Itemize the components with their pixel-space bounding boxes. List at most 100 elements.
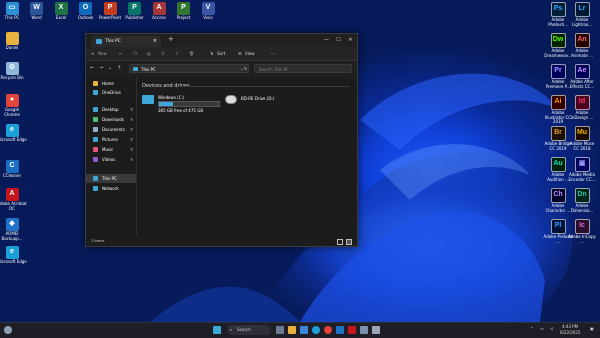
shortcut-label: Adobe Animate ...	[571, 48, 593, 58]
tray-chevron-icon[interactable]: ⌃	[530, 326, 533, 331]
maximize-button[interactable]: ☐	[333, 34, 344, 47]
more-button[interactable]: ···	[271, 47, 275, 60]
rename-icon[interactable]: Ⓐ	[161, 47, 165, 60]
nav-item-network[interactable]: Network	[86, 184, 136, 193]
item-count: 2 items	[91, 239, 105, 243]
pin-icon[interactable]: ⊼	[130, 135, 133, 144]
desktop-shortcut[interactable]: e Microsoft Edge	[0, 246, 27, 265]
drive-c-free: 365 GB free of 475 GB	[158, 108, 204, 113]
share-icon[interactable]: ⇪	[175, 47, 178, 60]
file-explorer-taskbar-icon[interactable]	[288, 326, 296, 334]
close-tab-icon[interactable]: ×	[153, 36, 157, 47]
adobe-shortcut[interactable]: Ae Adobe After Effects CC...	[567, 64, 597, 89]
pin-icon[interactable]: ⊼	[130, 115, 133, 124]
search-placeholder: Search This PC	[259, 67, 289, 72]
paste-icon[interactable]: ▤	[147, 47, 151, 60]
acrobat-taskbar-icon[interactable]	[348, 326, 356, 334]
adobe-shortcut[interactable]: Dn Adobe Dimensio...	[567, 188, 597, 213]
onedrive-icon	[93, 90, 98, 95]
nav-item-onedrive[interactable]: OneDrive	[86, 88, 136, 97]
drive-c-name: Windows (C:)	[158, 95, 185, 100]
store-taskbar-icon[interactable]	[336, 326, 344, 334]
network-tray-icon[interactable]: ▭	[540, 326, 544, 331]
app2-taskbar-icon[interactable]	[372, 326, 380, 334]
desktop-shortcut[interactable]: ♲ Recycle Bin	[0, 62, 27, 81]
address-chevron-icon[interactable]: ⌄	[240, 64, 243, 73]
tab-bar: This PC × + — ☐ ✕	[86, 34, 357, 47]
desktop-shortcut[interactable]: C CCleaner	[0, 160, 27, 179]
drive-d-name: BD-RE Drive (D:)	[241, 96, 275, 101]
pin-icon[interactable]: ⊼	[130, 155, 133, 164]
access-icon: A	[152, 2, 166, 15]
new-icon[interactable]: ⊕	[91, 47, 94, 60]
disc-drive-icon	[225, 95, 237, 104]
adobe-shortcut[interactable]: An Adobe Animate ...	[567, 33, 597, 58]
taskbar-search-box[interactable]: ⌕ Search	[227, 325, 271, 335]
search-input[interactable]: Search This PC	[254, 64, 352, 73]
notification-icon[interactable]: ▣	[590, 326, 594, 331]
adobe-shortcut[interactable]: Id Adobe InDesign ...	[567, 95, 597, 120]
view-icon[interactable]: ☰	[238, 47, 242, 60]
sort-icon[interactable]: ⇅	[210, 47, 213, 60]
nav-item-this-pc[interactable]: This PC	[86, 174, 136, 183]
clock-date[interactable]: 6/22/2025	[560, 330, 581, 335]
videos-icon	[93, 157, 98, 162]
pin-icon[interactable]: ⊼	[130, 125, 133, 134]
nav-item-pictures[interactable]: Pictures ⊼	[86, 135, 136, 144]
back-button[interactable]: ←	[90, 64, 94, 73]
widgets-icon[interactable]	[4, 326, 12, 334]
edge-taskbar-icon[interactable]	[312, 326, 320, 334]
delete-icon[interactable]: 🗑	[189, 47, 194, 60]
desktop-shortcut[interactable]: e Microsoft Edge	[0, 124, 27, 143]
pin-icon[interactable]: ⊼	[130, 105, 133, 114]
nav-item-desktop[interactable]: Desktop ⊼	[86, 105, 136, 114]
up-button[interactable]: ↑	[117, 64, 121, 73]
sort-button[interactable]: Sort	[217, 47, 225, 60]
new-tab-button[interactable]: +	[168, 35, 174, 43]
nav-item-videos[interactable]: Videos ⊼	[86, 155, 136, 164]
this-pc-icon: ▭	[5, 2, 19, 15]
details-view-icon[interactable]	[337, 239, 343, 245]
adobe-shortcut[interactable]: Ic Adobe InCopy ...	[567, 219, 597, 244]
pin-icon[interactable]: ⊼	[130, 145, 133, 154]
nav-item-downloads[interactable]: Downloads ⊼	[86, 115, 136, 124]
desktop-icon	[93, 107, 98, 112]
volume-tray-icon[interactable]: ◁	[550, 326, 553, 331]
clock-time[interactable]: 4:43 PM	[562, 324, 578, 329]
start-icon[interactable]	[213, 326, 221, 334]
tiles-view-icon[interactable]	[346, 239, 352, 245]
adobe-shortcut[interactable]: ▣ Adobe Media Encoder CC...	[567, 157, 597, 182]
adobe-shortcut[interactable]: Lr Adobe Lightroo...	[567, 2, 597, 27]
adobe-app-icon: Dw	[550, 33, 566, 48]
aomei-icon: ◆	[5, 218, 19, 231]
adobe-app-icon: Dn	[574, 188, 590, 203]
copy-icon[interactable]: ❐	[133, 47, 137, 60]
nav-item-documents[interactable]: Documents ⊼	[86, 125, 136, 134]
mail-taskbar-icon[interactable]	[300, 326, 308, 334]
chrome-taskbar-icon[interactable]	[324, 326, 332, 334]
forward-button[interactable]: →	[99, 64, 103, 73]
chevron-down-icon[interactable]: ⌄	[108, 64, 112, 73]
nav-item-label: Home	[102, 81, 114, 86]
refresh-button[interactable]: ↻	[244, 64, 247, 73]
adobe-app-icon: Pl	[550, 219, 566, 234]
app-taskbar-icon[interactable]	[360, 326, 368, 334]
adobe-shortcut[interactable]: Mu Adobe Muse CC 2018	[567, 126, 597, 151]
desktop-shortcut[interactable]: ● Google Chrome	[0, 94, 27, 117]
nav-item-home[interactable]: Home	[86, 79, 136, 88]
desktop-shortcut[interactable]: A Adobe Acrobat DC	[0, 188, 27, 211]
edge-icon: e	[5, 246, 19, 259]
adobe-app-icon: Ch	[550, 188, 566, 203]
desktop-shortcut[interactable]: ◆ AOMEI Backupp...	[0, 218, 27, 241]
nav-item-music[interactable]: Music ⊼	[86, 145, 136, 154]
address-bar[interactable]: This PC	[129, 64, 249, 73]
cut-icon[interactable]: ✂	[119, 47, 122, 60]
minimize-button[interactable]: —	[321, 34, 332, 47]
view-button[interactable]: View	[245, 47, 255, 60]
close-button[interactable]: ✕	[345, 34, 356, 47]
desktop-shortcut[interactable]: Daniel	[0, 32, 27, 51]
tab-this-pc[interactable]: This PC ×	[91, 36, 161, 47]
desktop-shortcut[interactable]: V Visio	[193, 2, 223, 21]
task-view-icon[interactable]	[276, 326, 284, 334]
new-button[interactable]: New	[98, 47, 107, 60]
